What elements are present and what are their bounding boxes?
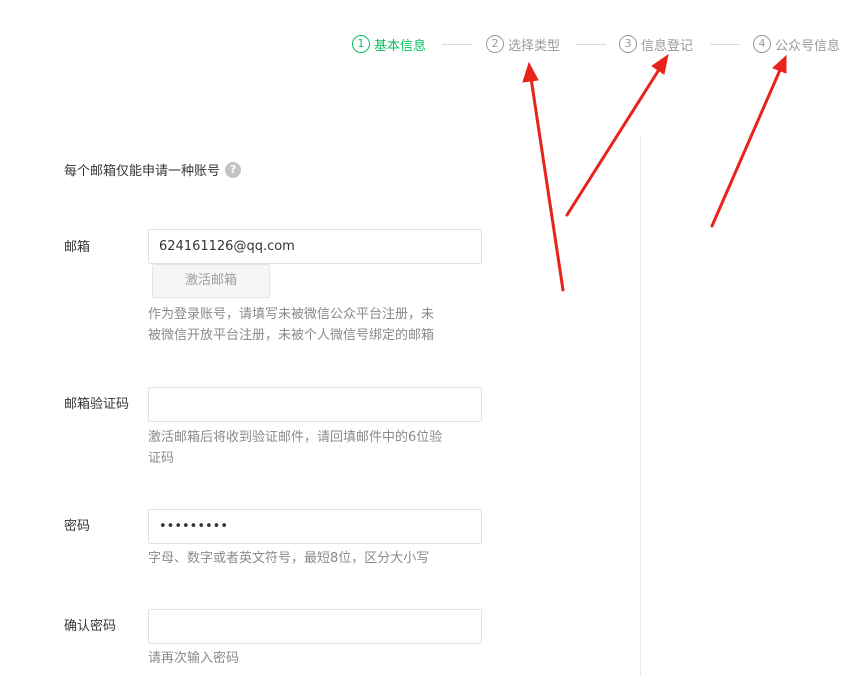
email-input[interactable]: 624161126@qq.com bbox=[148, 229, 482, 264]
step-separator bbox=[442, 44, 472, 45]
red-arrow-icon bbox=[565, 66, 662, 217]
email-hint: 作为登录账号，请填写未被微信公众平台注册，未 被微信开放平台注册，未被个人微信号… bbox=[148, 304, 468, 346]
step-number: 4 bbox=[753, 35, 771, 53]
step-separator bbox=[710, 44, 740, 45]
verify-code-label: 邮箱验证码 bbox=[64, 397, 130, 412]
confirm-password-input[interactable] bbox=[148, 609, 482, 644]
step-label: 基本信息 bbox=[374, 38, 427, 54]
help-icon[interactable]: ? bbox=[225, 161, 242, 178]
password-label: 密码 bbox=[64, 519, 91, 534]
verify-code-input[interactable] bbox=[148, 387, 482, 422]
account-notice: 每个邮箱仅能申请一种账号 ? bbox=[64, 160, 242, 179]
email-label: 邮箱 bbox=[64, 240, 91, 255]
confirm-password-hint: 请再次输入密码 bbox=[148, 651, 240, 666]
red-arrowhead-icon bbox=[522, 61, 539, 83]
email-hint-line: 作为登录账号，请填写未被微信公众平台注册，未 bbox=[148, 307, 435, 322]
red-arrowhead-icon bbox=[651, 53, 669, 75]
step-label: 信息登记 bbox=[641, 38, 694, 54]
red-arrow-icon bbox=[710, 68, 782, 228]
confirm-password-label: 确认密码 bbox=[64, 619, 117, 634]
verify-code-hint-line: 证码 bbox=[148, 451, 175, 466]
step-label: 公众号信息 bbox=[775, 38, 841, 54]
verify-code-hint: 激活邮箱后将收到验证邮件，请回填邮件中的6位验 证码 bbox=[148, 427, 468, 469]
step-number: 1 bbox=[352, 35, 370, 53]
step-separator bbox=[576, 44, 606, 45]
vertical-divider bbox=[640, 136, 641, 676]
password-input[interactable]: ••••••••• bbox=[148, 509, 482, 544]
step-number: 3 bbox=[619, 35, 637, 53]
step-account-info: 4 公众号信息 bbox=[753, 34, 840, 54]
red-arrowhead-icon bbox=[772, 54, 787, 74]
step-info-register: 3 信息登记 bbox=[619, 34, 693, 54]
notice-text: 每个邮箱仅能申请一种账号 bbox=[64, 164, 221, 179]
activate-email-button[interactable]: 激活邮箱 bbox=[152, 264, 270, 298]
verify-code-hint-line: 激活邮箱后将收到验证邮件，请回填邮件中的6位验 bbox=[148, 430, 443, 445]
step-select-type: 2 选择类型 bbox=[486, 34, 560, 54]
step-label: 选择类型 bbox=[508, 38, 561, 54]
email-hint-line: 被微信开放平台注册，未被个人微信号绑定的邮箱 bbox=[148, 328, 435, 343]
password-hint: 字母、数字或者英文符号，最短8位，区分大小写 bbox=[148, 551, 430, 566]
step-basic-info: 1 基本信息 bbox=[352, 34, 426, 54]
step-number: 2 bbox=[486, 35, 504, 53]
red-arrow-icon bbox=[529, 76, 565, 292]
